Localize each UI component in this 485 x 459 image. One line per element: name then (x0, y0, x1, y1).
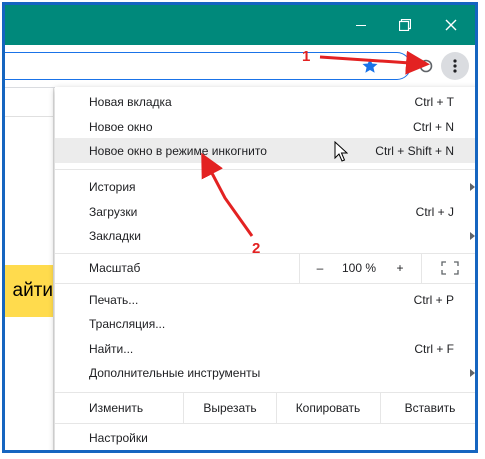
menu-divider (55, 169, 475, 170)
zoom-in-button[interactable]: + (387, 253, 413, 283)
paste-button[interactable]: Вставить (381, 393, 475, 423)
menu-item-label: Дополнительные инструменты (89, 365, 261, 380)
minimize-icon (356, 24, 366, 26)
cut-button[interactable]: Вырезать (184, 393, 276, 423)
edit-label: Изменить (89, 401, 144, 415)
menu-item-label: Печать... (89, 292, 139, 307)
divider (299, 253, 300, 283)
search-button[interactable]: айти (5, 265, 53, 317)
title-bar (5, 5, 475, 45)
submenu-arrow-icon (470, 182, 475, 191)
zoom-value-label: 100 % (341, 261, 377, 275)
menu-item-cast[interactable]: Трансляция... (55, 311, 475, 336)
menu-item-label: Настройки (89, 430, 148, 445)
close-icon (445, 19, 457, 31)
zoom-label: Масштаб (89, 261, 141, 275)
menu-item-shortcut: Ctrl + P (413, 292, 454, 307)
menu-item-history[interactable]: История (55, 174, 475, 199)
menu-item-label: Новое окно (89, 119, 153, 134)
copy-label: Копировать (295, 401, 361, 415)
menu-item-label: Найти... (89, 341, 134, 356)
fullscreen-icon (441, 261, 459, 275)
menu-item-downloads[interactable]: Загрузки Ctrl + J (55, 199, 475, 224)
divider (421, 253, 422, 283)
annotation-step-1: 1 (302, 48, 311, 65)
menu-item-shortcut: Ctrl + F (414, 341, 454, 356)
menu-item-label: Новая вкладка (89, 94, 172, 109)
menu-item-label: Трансляция... (89, 316, 166, 331)
zoom-out-button[interactable]: – (307, 253, 333, 283)
restore-icon (399, 19, 411, 31)
chrome-menu: Новая вкладка Ctrl + T Новое окно Ctrl +… (55, 87, 475, 450)
menu-divider (55, 423, 475, 424)
menu-item-shortcut: Ctrl + T (414, 94, 454, 109)
minimize-button[interactable] (341, 5, 381, 45)
menu-item-settings[interactable]: Настройки (55, 425, 475, 450)
menu-item-incognito[interactable]: Новое окно в режиме инкогнито Ctrl + Shi… (55, 138, 475, 163)
menu-item-label: Загрузки (89, 204, 138, 219)
menu-item-bookmarks[interactable]: Закладки (55, 223, 475, 248)
menu-item-label: Закладки (89, 228, 141, 243)
more-vert-icon (453, 59, 457, 73)
close-button[interactable] (431, 5, 471, 45)
address-bar[interactable] (5, 52, 411, 80)
search-button-label: айти (12, 280, 54, 301)
zoom-plus-label: + (396, 261, 404, 275)
menu-item-new-tab[interactable]: Новая вкладка Ctrl + T (55, 89, 475, 114)
zoom-value: 100 % (335, 253, 383, 283)
zoom-row: Масштаб – 100 % + (55, 253, 475, 283)
annotation-step-2: 2 (252, 240, 261, 257)
divider (5, 116, 53, 117)
fullscreen-button[interactable] (433, 253, 467, 283)
menu-item-shortcut: Ctrl + J (415, 204, 454, 219)
menu-item-new-window[interactable]: Новое окно Ctrl + N (55, 114, 475, 139)
menu-item-shortcut: Ctrl + N (412, 119, 454, 134)
submenu-arrow-icon (470, 368, 475, 377)
menu-button[interactable] (441, 52, 469, 80)
menu-item-shortcut: Ctrl + Shift + N (375, 143, 454, 158)
mouse-cursor-icon (334, 141, 348, 162)
copy-button[interactable]: Копировать (277, 393, 379, 423)
paste-label: Вставить (404, 401, 456, 415)
menu-divider (55, 283, 475, 284)
browser-window: айти Новая вкладка Ctrl + T Новое окно C… (2, 2, 478, 453)
menu-item-more-tools[interactable]: Дополнительные инструменты (55, 360, 475, 385)
menu-item-label: Новое окно в режиме инкогнито (89, 143, 267, 158)
extension-icon[interactable] (419, 59, 433, 73)
submenu-arrow-icon (470, 231, 475, 240)
browser-toolbar (5, 45, 475, 88)
zoom-minus-label: – (316, 261, 324, 275)
edit-row: Изменить Вырезать Копировать Вставить (55, 393, 475, 423)
maximize-button[interactable] (385, 5, 425, 45)
bookmark-star-icon[interactable] (361, 57, 379, 75)
cut-label: Вырезать (203, 401, 257, 415)
menu-item-label: История (89, 179, 136, 194)
menu-item-print[interactable]: Печать... Ctrl + P (55, 287, 475, 312)
menu-item-find[interactable]: Найти... Ctrl + F (55, 336, 475, 361)
